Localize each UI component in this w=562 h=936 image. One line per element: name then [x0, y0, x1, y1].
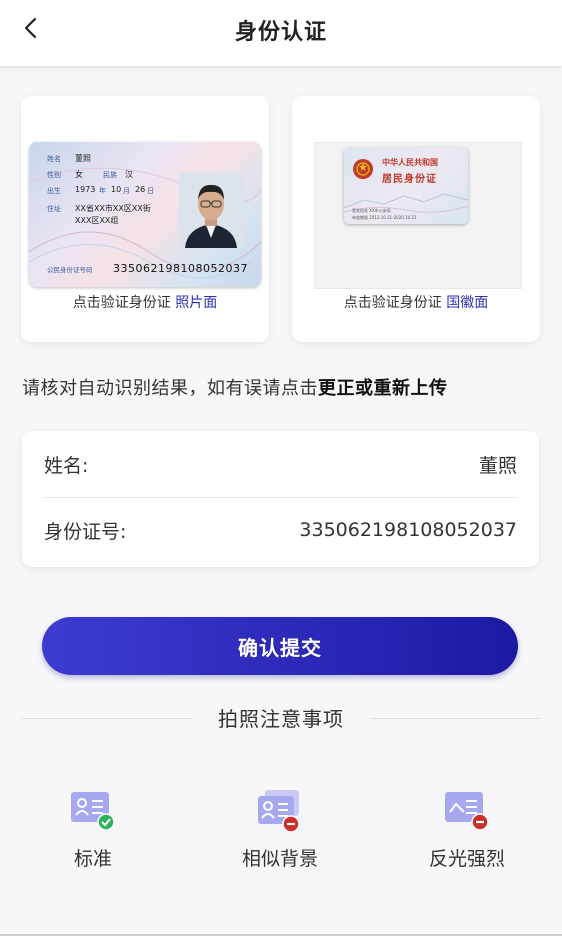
front-label-birth: 出生: [47, 187, 61, 195]
front-label-month: 月: [123, 187, 130, 195]
front-label-gender: 性别: [47, 171, 61, 179]
front-value-birth-month: 10: [111, 185, 122, 194]
back-caption[interactable]: 点击验证身份证 国徽面: [292, 292, 540, 312]
front-value-address-line2: XXX区XX组: [75, 216, 119, 225]
top-bar: 身份认证: [0, 0, 562, 67]
recognized-info-card: 姓名: 董照 身份证号: 335062198108052037: [22, 431, 539, 567]
tip-label-standard: 标准: [73, 848, 112, 870]
id-front-upload-card[interactable]: 姓名 董照 性别 女 民族 汉 出生 1973 年 10 月 26 日 住址 X…: [21, 96, 269, 342]
front-value-address-line1: XX省XX市XX区XX街: [75, 204, 151, 213]
front-caption-highlight[interactable]: 照片面: [175, 295, 217, 311]
strong-glare-icon: [445, 792, 489, 831]
name-label: 姓名:: [44, 454, 89, 477]
tip-standard: 标准: [33, 788, 153, 871]
tip-label-strong-glare: 反光强烈: [428, 848, 505, 870]
front-label-year: 年: [99, 187, 106, 195]
back-caption-highlight[interactable]: 国徽面: [446, 295, 488, 311]
confirm-submit-button[interactable]: 确认提交: [42, 617, 518, 675]
front-label-name: 姓名: [47, 155, 61, 163]
standard-id-icon: [71, 792, 115, 831]
front-label-ethnicity: 民族: [103, 171, 117, 179]
back-caption-prefix: 点击验证身份证: [343, 295, 447, 311]
front-label-day: 日: [147, 187, 154, 195]
back-issuer: 签发机关 XX市公安局: [352, 208, 391, 213]
name-row: 姓名: 董照: [44, 431, 517, 498]
national-emblem-icon: [353, 159, 373, 179]
front-value-number: 335062198108052037: [113, 262, 248, 275]
front-label-address: 住址: [47, 205, 61, 213]
tip-strong-glare: 反光强烈: [407, 788, 527, 871]
notes-divider-right: [370, 718, 540, 719]
id-front-image: 姓名 董照 性别 女 民族 汉 出生 1973 年 10 月 26 日 住址 X…: [29, 142, 261, 287]
back-title: 居民身份证: [382, 174, 437, 185]
id-back-image: 中华人民共和国 居民身份证 签发机关 XX市公安局 有效期限 2013.10.2…: [344, 148, 468, 224]
name-value: 董照: [478, 454, 517, 477]
front-value-gender: 女: [75, 170, 83, 179]
front-caption-prefix: 点击验证身份证: [72, 295, 176, 311]
page-title: 身份认证: [234, 20, 327, 45]
hint-prefix: 请核对自动识别结果，如有误请点击: [22, 378, 318, 399]
similar-background-icon: [258, 790, 300, 833]
verify-hint: 请核对自动识别结果，如有误请点击更正或重新上传: [22, 374, 448, 400]
id-back-upload-card[interactable]: 中华人民共和国 居民身份证 签发机关 XX市公安局 有效期限 2013.10.2…: [292, 96, 540, 342]
front-value-birth-day: 26: [135, 185, 146, 194]
id-number-row: 身份证号: 335062198108052037: [44, 497, 517, 563]
back-country: 中华人民共和国: [382, 158, 438, 167]
front-label-number: 公民身份证号码: [47, 266, 93, 274]
front-value-name: 董照: [75, 154, 91, 163]
id-number-value: 335062198108052037: [299, 519, 517, 541]
id-photo-portrait: [179, 172, 243, 248]
back-valid: 有效期限 2013.10.21-2020.10.21: [352, 215, 417, 220]
front-value-birth-year: 1973: [75, 185, 96, 194]
front-caption[interactable]: 点击验证身份证 照片面: [21, 292, 269, 312]
tip-similar-background: 相似背景: [220, 788, 340, 871]
tip-label-similar-background: 相似背景: [241, 848, 318, 870]
hint-action-link[interactable]: 更正或重新上传: [318, 378, 448, 399]
front-value-ethnicity: 汉: [125, 170, 133, 179]
id-number-label: 身份证号:: [44, 520, 127, 543]
